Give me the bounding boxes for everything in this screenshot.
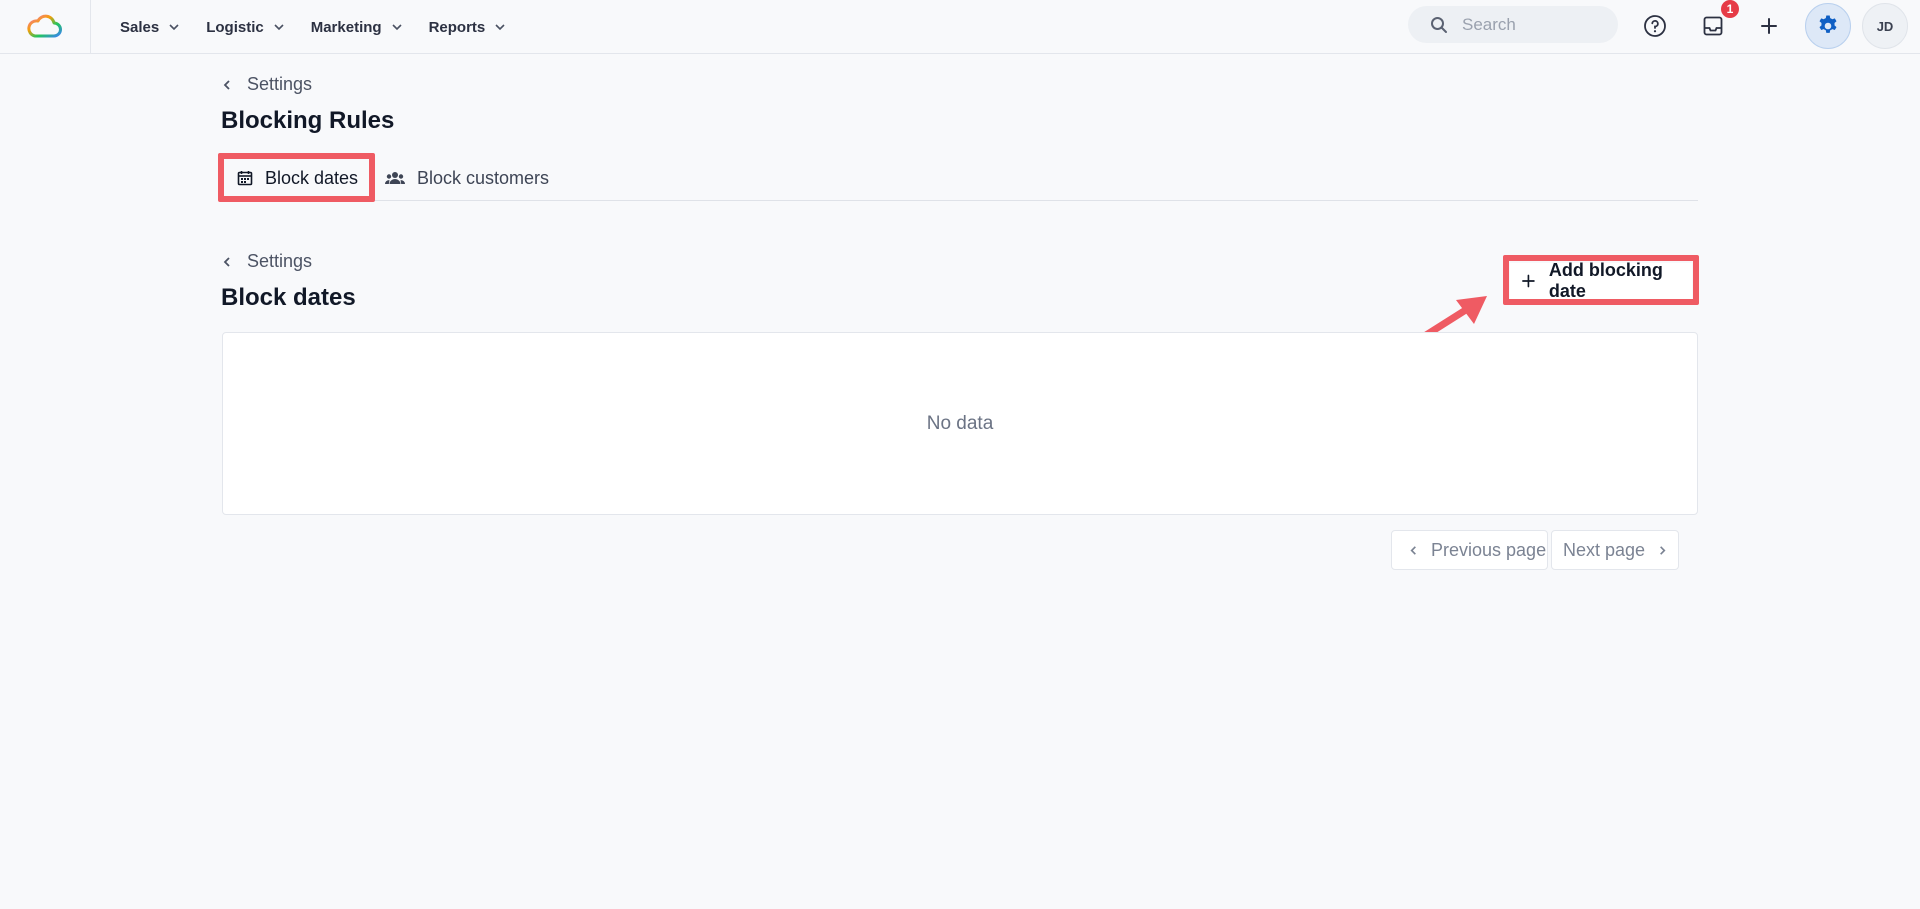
next-page-button[interactable]: Next page (1551, 530, 1679, 570)
breadcrumb-label: Settings (247, 74, 313, 94)
gear-icon (1819, 15, 1837, 33)
data-table-panel: No data (222, 332, 1698, 515)
breadcrumb[interactable]: Settings (221, 74, 312, 95)
inbox-icon (1703, 16, 1723, 36)
nav-reports[interactable]: Reports (416, 0, 520, 54)
tab-block-customers[interactable]: Block customers (385, 156, 549, 200)
section-title: Block dates (221, 284, 356, 311)
tab-block-customers-label: Block customers (417, 167, 550, 188)
main-nav: Sales Logistic Marketing Reports (107, 0, 519, 54)
nav-logistic[interactable]: Logistic (193, 0, 298, 54)
users-icon (385, 172, 405, 184)
notification-badge: 1 (1721, 0, 1739, 18)
nav-sales-label: Sales (120, 18, 160, 36)
page-title: Blocking Rules (221, 107, 395, 134)
nav-sales[interactable]: Sales (107, 0, 193, 54)
add-blocking-date-label: Add blocking date (1548, 260, 1663, 301)
cloud-logo-icon (27, 14, 62, 38)
chevron-down-icon (274, 24, 284, 31)
chevron-left-icon (223, 79, 230, 90)
create-button[interactable] (1749, 6, 1789, 46)
calendar-icon (237, 171, 253, 186)
nav-reports-label: Reports (428, 18, 486, 36)
plus-icon (1522, 274, 1535, 288)
help-circle-icon (1644, 15, 1666, 37)
chevron-right-icon (1660, 545, 1666, 555)
tab-block-dates[interactable]: Block dates (237, 156, 358, 200)
empty-state-text: No data (926, 412, 994, 434)
user-avatar[interactable]: JD (1862, 3, 1908, 49)
plus-icon (1761, 18, 1777, 34)
section-breadcrumb-label: Settings (247, 251, 313, 271)
help-button[interactable] (1635, 6, 1675, 46)
search-input[interactable] (1462, 14, 1602, 35)
chevron-down-icon (169, 24, 179, 31)
nav-marketing[interactable]: Marketing (298, 0, 416, 54)
top-navigation-bar: Sales Logistic Marketing Reports Search … (0, 0, 1920, 54)
add-blocking-date-button[interactable]: Add blocking date (1510, 260, 1692, 301)
settings-button[interactable] (1805, 3, 1851, 49)
chevron-left-icon (223, 256, 230, 267)
nav-logistic-label: Logistic (206, 18, 264, 36)
tab-bar: Block dates Block customers (221, 156, 1698, 201)
search-icon (1431, 16, 1447, 33)
nav-marketing-label: Marketing (310, 18, 382, 36)
section-breadcrumb[interactable]: Settings (221, 251, 312, 272)
chevron-left-icon (1410, 545, 1416, 555)
chevron-down-icon (392, 24, 402, 31)
search-box[interactable] (1408, 6, 1618, 43)
previous-page-button[interactable]: Previous page (1391, 530, 1548, 570)
previous-page-label: Previous page (1431, 539, 1547, 560)
chevron-down-icon (495, 24, 505, 31)
tab-block-dates-label: Block dates (265, 167, 359, 188)
next-page-label: Next page (1563, 539, 1646, 560)
app-logo[interactable] (0, 0, 91, 54)
